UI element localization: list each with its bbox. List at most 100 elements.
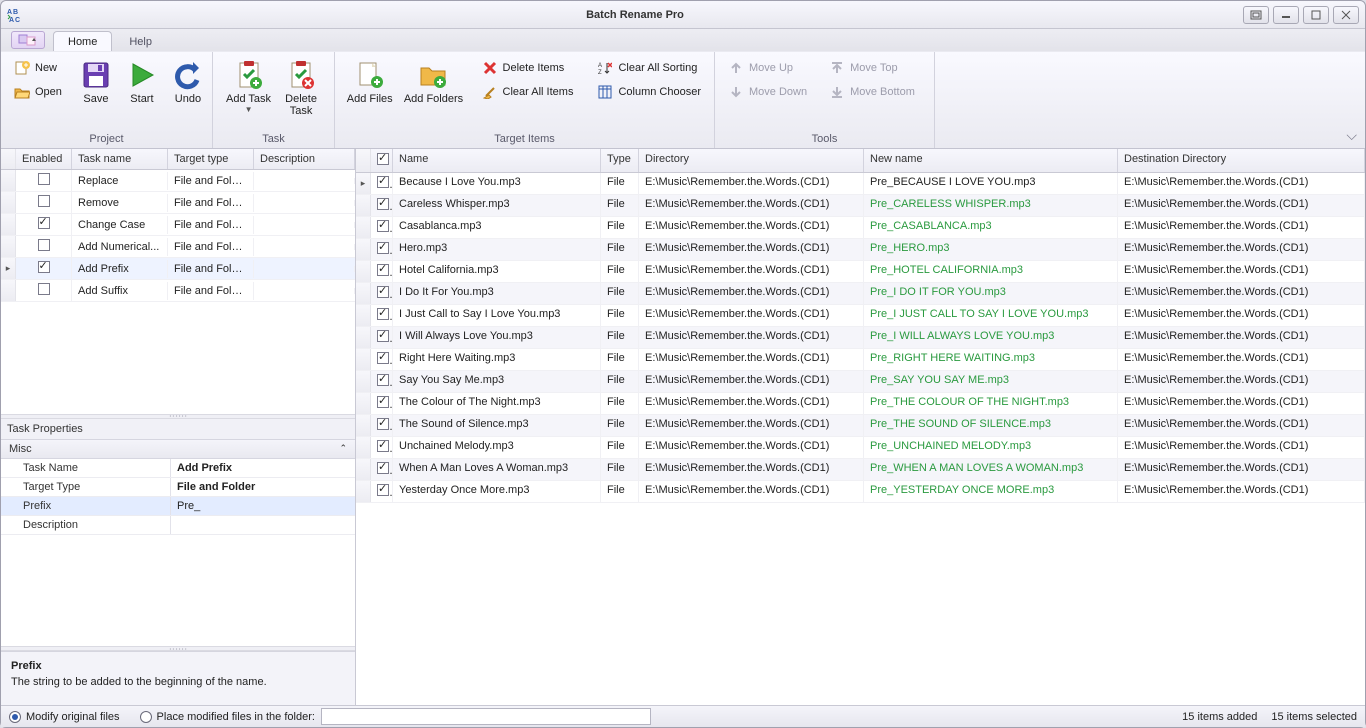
file-row[interactable]: I Do It For You.mp3 File E:\Music\Rememb… [356, 283, 1365, 305]
property-row[interactable]: Task NameAdd Prefix [1, 459, 355, 478]
window-maximize-button[interactable] [1303, 6, 1329, 24]
tab-home[interactable]: Home [53, 31, 112, 51]
file-row[interactable]: Say You Say Me.mp3 File E:\Music\Remembe… [356, 371, 1365, 393]
checkbox[interactable] [377, 198, 389, 210]
delete-items-button[interactable]: Delete Items [475, 57, 581, 79]
checkbox[interactable] [377, 484, 389, 496]
quick-access-button[interactable] [11, 31, 45, 49]
col-type[interactable]: Type [601, 149, 639, 172]
arrow-up-icon [728, 60, 744, 76]
property-row[interactable]: PrefixPre_ [1, 497, 355, 516]
file-row[interactable]: Yesterday Once More.mp3 File E:\Music\Re… [356, 481, 1365, 503]
file-row[interactable]: The Colour of The Night.mp3 File E:\Musi… [356, 393, 1365, 415]
col-new-name[interactable]: New name [864, 149, 1118, 172]
window-fit-button[interactable] [1243, 6, 1269, 24]
property-row[interactable]: Target TypeFile and Folder [1, 478, 355, 497]
file-row[interactable]: I Just Call to Say I Love You.mp3 File E… [356, 305, 1365, 327]
checkbox[interactable] [38, 217, 50, 229]
task-name-cell: Remove [72, 194, 168, 212]
checkbox[interactable] [377, 286, 389, 298]
window-minimize-button[interactable] [1273, 6, 1299, 24]
file-row[interactable]: When A Man Loves A Woman.mp3 File E:\Mus… [356, 459, 1365, 481]
right-pane: Name Type Directory New name Destination… [356, 149, 1365, 705]
property-value[interactable]: Add Prefix [171, 459, 355, 477]
checkbox[interactable] [38, 173, 50, 185]
task-row[interactable]: Add Numerical... File and Folder [1, 236, 355, 258]
checkbox[interactable] [377, 352, 389, 364]
property-value[interactable] [171, 516, 355, 534]
checkbox[interactable] [377, 220, 389, 232]
property-row[interactable]: Description [1, 516, 355, 535]
move-up-button[interactable]: Move Up [721, 57, 814, 79]
save-button[interactable]: Save [73, 56, 119, 108]
task-row[interactable]: ▸ Add Prefix File and Folder [1, 258, 355, 280]
checkbox[interactable] [377, 440, 389, 452]
file-dir-cell: E:\Music\Remember.the.Words.(CD1) [639, 481, 864, 502]
checkbox[interactable] [38, 239, 50, 251]
undo-button[interactable]: Undo [165, 56, 211, 108]
task-row[interactable]: Add Suffix File and Folder [1, 280, 355, 302]
task-row[interactable]: Remove File and Folder [1, 192, 355, 214]
checkbox[interactable] [377, 374, 389, 386]
move-top-button[interactable]: Move Top [822, 57, 922, 79]
file-type-cell: File [601, 261, 639, 282]
add-files-button[interactable]: Add Files [341, 56, 398, 108]
column-chooser-button[interactable]: Column Chooser [590, 81, 708, 103]
file-row[interactable]: Hero.mp3 File E:\Music\Remember.the.Word… [356, 239, 1365, 261]
checkbox[interactable] [38, 261, 50, 273]
file-row[interactable]: Hotel California.mp3 File E:\Music\Remem… [356, 261, 1365, 283]
col-task-name[interactable]: Task name [72, 149, 168, 169]
property-label: Task Name [1, 459, 171, 477]
start-button[interactable]: Start [119, 56, 165, 108]
col-destination[interactable]: Destination Directory [1118, 149, 1365, 172]
col-check[interactable] [371, 149, 393, 172]
clear-sorting-button[interactable]: AZClear All Sorting [590, 57, 708, 79]
file-row[interactable]: Casablanca.mp3 File E:\Music\Remember.th… [356, 217, 1365, 239]
checkbox[interactable] [377, 242, 389, 254]
window-close-button[interactable] [1333, 6, 1359, 24]
checkbox[interactable] [377, 264, 389, 276]
property-value[interactable]: Pre_ [171, 497, 355, 515]
col-enabled[interactable]: Enabled [16, 149, 72, 169]
task-row[interactable]: Change Case File and Folder [1, 214, 355, 236]
col-description[interactable]: Description [254, 149, 355, 169]
move-bottom-button[interactable]: Move Bottom [822, 81, 922, 103]
radio-modify-original[interactable]: Modify original files [9, 711, 120, 723]
add-task-button[interactable]: Add Task▼ [219, 56, 278, 117]
clear-all-items-button[interactable]: Clear All Items [475, 81, 581, 103]
new-button[interactable]: New [7, 57, 69, 79]
ribbon-collapse-button[interactable]: ⌵ [1346, 52, 1365, 148]
radio-place-in-folder[interactable]: Place modified files in the folder: [140, 711, 315, 723]
file-row[interactable]: ▸ Because I Love You.mp3 File E:\Music\R… [356, 173, 1365, 195]
files-grid-body: ▸ Because I Love You.mp3 File E:\Music\R… [356, 173, 1365, 705]
checkbox[interactable] [377, 396, 389, 408]
property-value[interactable]: File and Folder [171, 478, 355, 496]
file-row[interactable]: The Sound of Silence.mp3 File E:\Music\R… [356, 415, 1365, 437]
checkbox[interactable] [38, 195, 50, 207]
col-directory[interactable]: Directory [639, 149, 864, 172]
props-section-header[interactable]: Misc⌃ [1, 439, 355, 459]
col-name[interactable]: Name [393, 149, 601, 172]
task-row[interactable]: Replace File and Folder [1, 170, 355, 192]
destination-folder-input[interactable] [321, 708, 651, 725]
undo-label: Undo [175, 93, 201, 105]
add-folders-button[interactable]: Add Folders [398, 56, 468, 108]
checkbox[interactable] [377, 462, 389, 474]
file-row[interactable]: Careless Whisper.mp3 File E:\Music\Remem… [356, 195, 1365, 217]
status-items-selected: 15 items selected [1271, 711, 1357, 723]
delete-task-button[interactable]: Delete Task [278, 56, 324, 120]
open-button[interactable]: Open [7, 81, 69, 103]
checkbox[interactable] [377, 176, 389, 188]
move-down-button[interactable]: Move Down [721, 81, 814, 103]
checkbox[interactable] [377, 308, 389, 320]
tab-help[interactable]: Help [114, 31, 167, 51]
checkbox[interactable] [38, 283, 50, 295]
checkbox[interactable] [377, 418, 389, 430]
file-row[interactable]: Right Here Waiting.mp3 File E:\Music\Rem… [356, 349, 1365, 371]
checkbox[interactable] [377, 330, 389, 342]
file-row[interactable]: Unchained Melody.mp3 File E:\Music\Remem… [356, 437, 1365, 459]
task-target-cell: File and Folder [168, 172, 254, 190]
move-down-label: Move Down [749, 86, 807, 98]
col-target-type[interactable]: Target type [168, 149, 254, 169]
file-row[interactable]: I Will Always Love You.mp3 File E:\Music… [356, 327, 1365, 349]
